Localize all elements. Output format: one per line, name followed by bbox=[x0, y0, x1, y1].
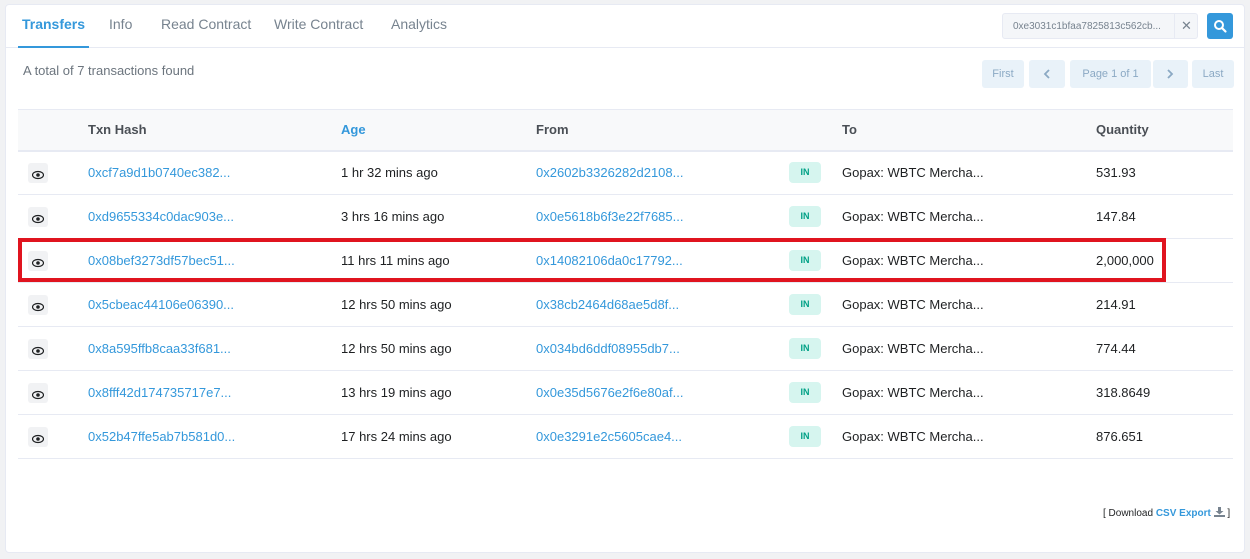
token-transfers-card: Transfers Info Read Contract Write Contr… bbox=[5, 4, 1245, 553]
to-address: Gopax: WBTC Mercha... bbox=[842, 370, 1096, 415]
direction-badge: IN bbox=[789, 206, 821, 227]
quantity-cell: 318.8649 bbox=[1096, 370, 1233, 415]
direction-badge: IN bbox=[789, 294, 821, 315]
table-header-row: Txn Hash Age From To Quantity bbox=[18, 109, 1233, 152]
tab-analytics[interactable]: Analytics bbox=[391, 5, 447, 48]
txn-hash-link[interactable]: 0x08bef3273df57bec51... bbox=[88, 253, 235, 268]
from-address-link[interactable]: 0x0e5618b6f3e22f7685... bbox=[536, 209, 683, 224]
direction-badge: IN bbox=[789, 426, 821, 447]
age-cell: 3 hrs 16 mins ago bbox=[341, 194, 536, 239]
eye-icon[interactable] bbox=[28, 294, 48, 315]
header-from: From bbox=[536, 109, 789, 152]
pagination-first-button[interactable]: First bbox=[982, 60, 1024, 88]
tab-bar: Transfers Info Read Contract Write Contr… bbox=[6, 5, 1244, 48]
age-cell: 17 hrs 24 mins ago bbox=[341, 414, 536, 459]
pagination-page-indicator: Page 1 of 1 bbox=[1070, 60, 1151, 88]
txn-hash-link[interactable]: 0xd9655334c0dac903e... bbox=[88, 209, 234, 224]
download-icon[interactable] bbox=[1213, 507, 1225, 517]
to-address: Gopax: WBTC Mercha... bbox=[842, 150, 1096, 195]
from-address-link[interactable]: 0x0e3291e2c5605cae4... bbox=[536, 429, 682, 444]
eye-icon[interactable] bbox=[28, 206, 48, 227]
address-filter: ✕ bbox=[1002, 13, 1198, 39]
view-cell bbox=[18, 370, 88, 415]
table-row: 0x8a595ffb8caa33f681... 12 hrs 50 mins ag… bbox=[18, 326, 1233, 371]
age-cell: 11 hrs 11 mins ago bbox=[341, 238, 536, 283]
direction-badge: IN bbox=[789, 382, 821, 403]
direction-badge: IN bbox=[789, 162, 821, 184]
header-quantity: Quantity bbox=[1096, 109, 1233, 152]
download-suffix: ] bbox=[1227, 508, 1231, 519]
quantity-cell: 147.84 bbox=[1096, 194, 1233, 239]
close-icon[interactable]: ✕ bbox=[1174, 14, 1198, 38]
age-cell: 13 hrs 19 mins ago bbox=[341, 370, 536, 415]
table-row: 0xcf7a9d1b0740ec382... 1 hr 32 mins ago 0x… bbox=[18, 150, 1233, 195]
tab-write-contract[interactable]: Write Contract bbox=[274, 5, 363, 48]
header-txn-hash: Txn Hash bbox=[88, 109, 341, 152]
age-cell: 12 hrs 50 mins ago bbox=[341, 282, 536, 327]
table-row: 0x5cbeac44106e06390... 12 hrs 50 mins ago… bbox=[18, 282, 1233, 327]
table-row: 0x08bef3273df57bec51... 11 hrs 11 mins ag… bbox=[18, 238, 1233, 283]
view-cell bbox=[18, 326, 88, 371]
from-address-link[interactable]: 0x2602b3326282d2108... bbox=[536, 165, 683, 180]
quantity-cell: 214.91 bbox=[1096, 282, 1233, 327]
txn-hash-link[interactable]: 0x8fff42d174735717e7... bbox=[88, 385, 231, 400]
tab-read-contract[interactable]: Read Contract bbox=[161, 5, 251, 48]
table-row: 0x8fff42d174735717e7... 13 hrs 19 mins ag… bbox=[18, 370, 1233, 415]
csv-download: [ Download CSV Export ] bbox=[1103, 507, 1230, 519]
table-row: 0xd9655334c0dac903e... 3 hrs 16 mins ago 0… bbox=[18, 194, 1233, 239]
csv-export-link[interactable]: CSV Export bbox=[1156, 508, 1211, 519]
view-cell bbox=[18, 194, 88, 239]
eye-icon[interactable] bbox=[28, 338, 48, 359]
download-prefix: [ Download bbox=[1103, 508, 1154, 519]
eye-icon[interactable] bbox=[28, 382, 48, 403]
eye-icon[interactable] bbox=[28, 250, 48, 271]
quantity-cell: 876.651 bbox=[1096, 414, 1233, 459]
direction-badge: IN bbox=[789, 250, 821, 271]
from-address-link[interactable]: 0x034bd6ddf08955db7... bbox=[536, 341, 680, 356]
search-button[interactable] bbox=[1207, 13, 1233, 39]
header-direction bbox=[789, 109, 842, 152]
view-cell bbox=[18, 282, 88, 327]
from-address-link[interactable]: 0x14082106da0c17792... bbox=[536, 253, 683, 268]
eye-icon[interactable] bbox=[28, 426, 48, 447]
view-cell bbox=[18, 414, 88, 459]
txn-hash-link[interactable]: 0x8a595ffb8caa33f681... bbox=[88, 341, 231, 356]
header-age[interactable]: Age bbox=[341, 109, 536, 152]
age-cell: 1 hr 32 mins ago bbox=[341, 150, 536, 195]
tab-transfers[interactable]: Transfers bbox=[18, 5, 89, 48]
quantity-cell: 531.93 bbox=[1096, 150, 1233, 195]
to-address: Gopax: WBTC Mercha... bbox=[842, 414, 1096, 459]
view-cell bbox=[18, 238, 88, 283]
from-address-link[interactable]: 0x0e35d5676e2f6e80af... bbox=[536, 385, 683, 400]
pagination-last-button[interactable]: Last bbox=[1192, 60, 1234, 88]
view-cell bbox=[18, 150, 88, 195]
eye-icon[interactable] bbox=[28, 162, 48, 183]
chevron-left-icon bbox=[1043, 69, 1050, 79]
pagination-next-button[interactable] bbox=[1153, 60, 1188, 88]
to-address: Gopax: WBTC Mercha... bbox=[842, 326, 1096, 371]
chevron-right-icon bbox=[1167, 69, 1174, 79]
pagination-prev-button[interactable] bbox=[1029, 60, 1065, 88]
to-address: Gopax: WBTC Mercha... bbox=[842, 238, 1096, 283]
header-to: To bbox=[842, 109, 1096, 152]
quantity-cell: 2,000,000 bbox=[1096, 238, 1233, 283]
txn-hash-link[interactable]: 0xcf7a9d1b0740ec382... bbox=[88, 165, 230, 180]
txn-hash-link[interactable]: 0x52b47ffe5ab7b581d0... bbox=[88, 429, 235, 444]
tab-info[interactable]: Info bbox=[109, 5, 132, 48]
search-icon bbox=[1214, 20, 1227, 33]
transactions-summary: A total of 7 transactions found bbox=[23, 63, 195, 78]
transfers-table: Txn Hash Age From To Quantity 0xcf7a9d1b… bbox=[18, 109, 1233, 459]
direction-badge: IN bbox=[789, 338, 821, 359]
to-address: Gopax: WBTC Mercha... bbox=[842, 282, 1096, 327]
address-filter-input[interactable] bbox=[1003, 14, 1174, 38]
table-row: 0x52b47ffe5ab7b581d0... 17 hrs 24 mins ag… bbox=[18, 414, 1233, 459]
quantity-cell: 774.44 bbox=[1096, 326, 1233, 371]
from-address-link[interactable]: 0x38cb2464d68ae5d8f... bbox=[536, 297, 679, 312]
header-view bbox=[18, 109, 88, 152]
txn-hash-link[interactable]: 0x5cbeac44106e06390... bbox=[88, 297, 234, 312]
age-cell: 12 hrs 50 mins ago bbox=[341, 326, 536, 371]
to-address: Gopax: WBTC Mercha... bbox=[842, 194, 1096, 239]
